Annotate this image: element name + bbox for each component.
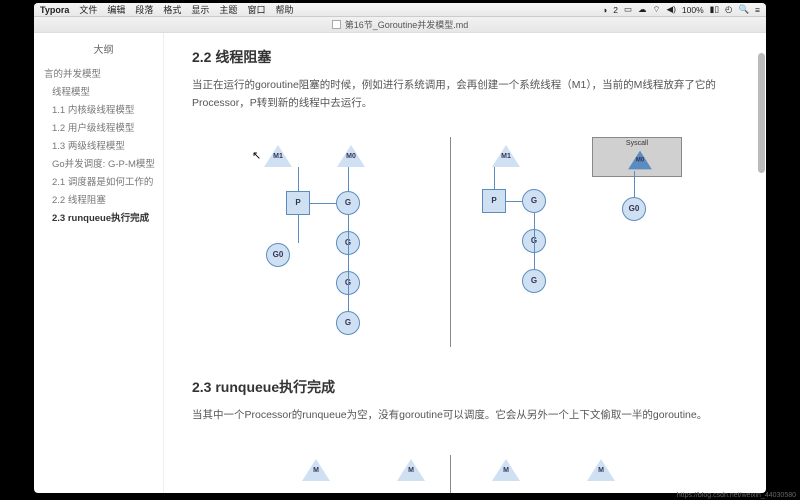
mac-menubar: Typora 文件 编辑 段落 格式 显示 主题 窗口 帮助 ◑ 2 ▭ ☁ ⌔… xyxy=(34,3,766,17)
wechat-count: 2 xyxy=(613,5,618,15)
content-scrollbar[interactable] xyxy=(756,33,766,493)
battery-icon: ▮▯ xyxy=(710,4,719,15)
paragraph-22: 当正在运行的goroutine阻塞的时候，例如进行系统调用，会再创建一个系统线程… xyxy=(192,77,738,113)
search-icon[interactable]: 🔍 xyxy=(738,4,749,15)
monitor-icon[interactable]: ▭ xyxy=(624,4,632,15)
volume-icon[interactable]: ◀) xyxy=(667,4,676,15)
menu-theme[interactable]: 主题 xyxy=(219,3,237,16)
sidebar-item[interactable]: Go并发调度: G-P-M模型 xyxy=(44,156,163,174)
mouse-cursor: ↖ xyxy=(252,149,261,162)
node-g: G xyxy=(522,269,546,293)
scroll-thumb[interactable] xyxy=(758,53,765,173)
battery-pct: 100% xyxy=(682,5,704,15)
menu-format[interactable]: 格式 xyxy=(163,3,181,16)
sidebar-item[interactable]: 言的并发模型 xyxy=(44,66,163,84)
app-window: Typora 文件 编辑 段落 格式 显示 主题 窗口 帮助 ◑ 2 ▭ ☁ ⌔… xyxy=(34,3,766,493)
node-m0-syscall: M0 xyxy=(628,150,652,169)
node-p: P xyxy=(286,191,310,215)
diagram-runqueue: M M M M xyxy=(192,439,738,493)
node-m: M xyxy=(302,459,330,481)
menu-window[interactable]: 窗口 xyxy=(247,3,265,16)
diagram-thread-block: M1 M0 P G G0 G G G M1 P G G xyxy=(192,127,738,357)
menubar-status: ◑ 2 ▭ ☁ ⌔ ◀) 100% ▮▯ ◴ 🔍 ≡ xyxy=(602,4,760,15)
sidebar-item-current[interactable]: 2.3 runqueue执行完成 xyxy=(44,210,163,228)
cloud-icon[interactable]: ☁ xyxy=(638,4,647,15)
window-titlebar: 第16节_Goroutine并发模型.md xyxy=(34,17,766,33)
node-m1: M1 xyxy=(264,145,292,167)
sidebar-item[interactable]: 线程模型 xyxy=(44,84,163,102)
node-g: G xyxy=(522,189,546,213)
sidebar-item[interactable]: 1.2 用户级线程模型 xyxy=(44,120,163,138)
node-m1: M1 xyxy=(492,145,520,167)
node-m: M xyxy=(397,459,425,481)
sidebar-item[interactable]: 1.3 两级线程模型 xyxy=(44,138,163,156)
sidebar-item[interactable]: 2.1 调度器是如何工作的 xyxy=(44,174,163,192)
menu-paragraph[interactable]: 段落 xyxy=(135,3,153,16)
menu-file[interactable]: 文件 xyxy=(79,3,97,16)
heading-22: 2.2 线程阻塞 xyxy=(192,47,738,67)
outline-sidebar: 大纲 言的并发模型 线程模型 1.1 内核级线程模型 1.2 用户级线程模型 1… xyxy=(34,33,164,493)
node-g0-syscall: G0 xyxy=(622,197,646,221)
document-title: 第16节_Goroutine并发模型.md xyxy=(345,18,469,31)
menu-view[interactable]: 显示 xyxy=(191,3,209,16)
sidebar-item[interactable]: 2.2 线程阻塞 xyxy=(44,192,163,210)
node-m: M xyxy=(492,459,520,481)
document-icon xyxy=(332,20,341,29)
wechat-icon[interactable]: ◑ xyxy=(602,5,607,15)
wifi-icon[interactable]: ⌔ xyxy=(653,4,661,15)
node-m0: M0 xyxy=(337,145,365,167)
node-g0: G0 xyxy=(266,243,290,267)
node-g: G xyxy=(336,311,360,335)
editor-content[interactable]: 2.2 线程阻塞 当正在运行的goroutine阻塞的时候，例如进行系统调用，会… xyxy=(164,33,766,493)
heading-23: 2.3 runqueue执行完成 xyxy=(192,377,738,397)
clock-icon[interactable]: ◴ xyxy=(725,4,732,15)
sidebar-item[interactable]: 1.1 内核级线程模型 xyxy=(44,102,163,120)
menu-edit[interactable]: 编辑 xyxy=(107,3,125,16)
menu-extra-icon[interactable]: ≡ xyxy=(755,5,760,15)
node-p: P xyxy=(482,189,506,213)
paragraph-23: 当其中一个Processor的runqueue为空，没有goroutine可以调… xyxy=(192,407,738,425)
source-url-watermark: https://blog.csdn.net/weixin_44030580 xyxy=(677,492,796,499)
outline-title: 大纲 xyxy=(44,41,163,60)
node-g: G xyxy=(336,191,360,215)
node-m: M xyxy=(587,459,615,481)
app-name: Typora xyxy=(40,5,69,15)
menu-help[interactable]: 帮助 xyxy=(275,3,293,16)
